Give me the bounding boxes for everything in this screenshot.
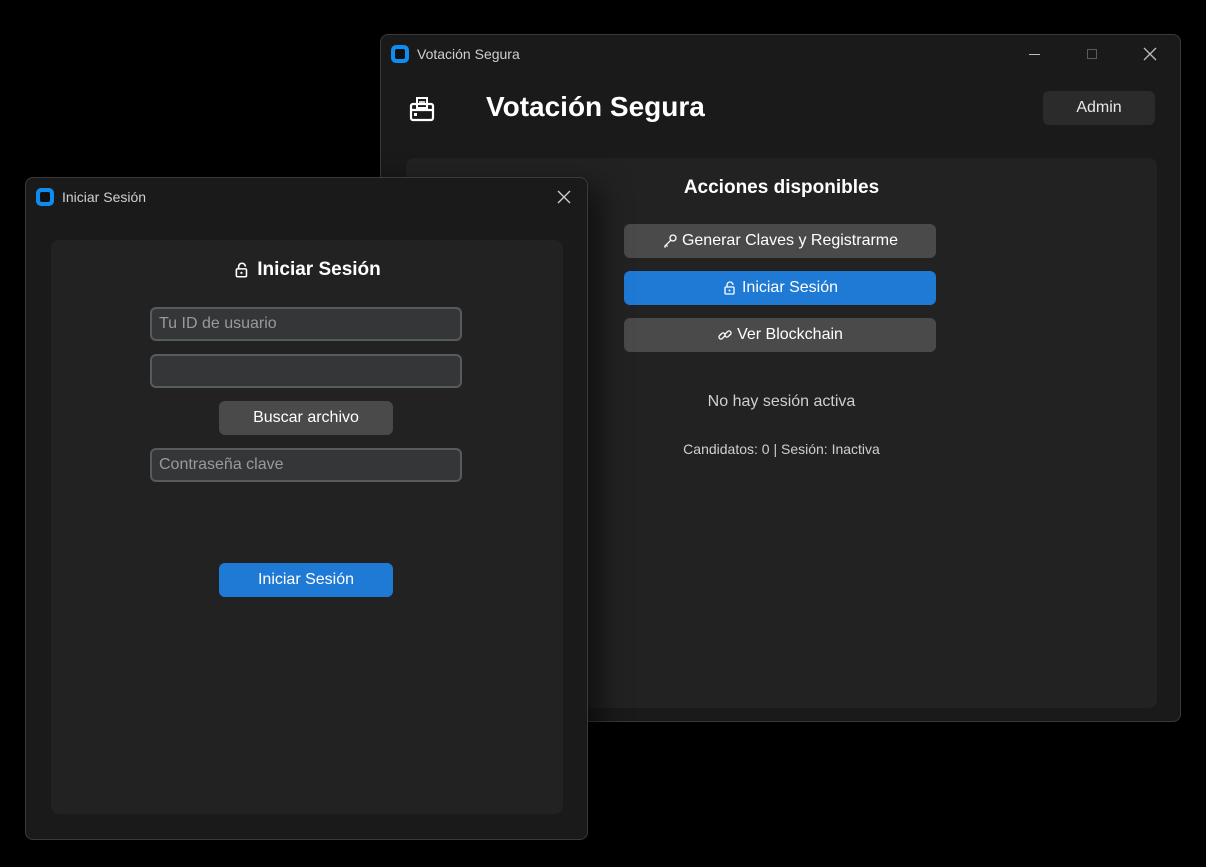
generate-keys-button[interactable]: Generar Claves y Registrarme xyxy=(624,224,936,258)
maximize-button[interactable] xyxy=(1063,35,1121,73)
login-dialog-title: Iniciar Sesión xyxy=(62,189,147,205)
close-icon xyxy=(1143,47,1157,61)
minimize-icon xyxy=(1028,53,1040,55)
main-title: Votación Segura xyxy=(486,91,705,122)
login-titlebar[interactable]: Iniciar Sesión xyxy=(26,178,587,216)
close-icon xyxy=(557,190,571,204)
minimize-button[interactable] xyxy=(1005,35,1063,73)
close-button[interactable] xyxy=(1121,35,1179,73)
login-dialog: Iniciar Sesión Iniciar Sesión Buscar arc… xyxy=(25,177,588,840)
app-icon xyxy=(391,45,409,63)
login-panel: Iniciar Sesión Buscar archivo Iniciar Se… xyxy=(51,240,563,814)
maximize-icon xyxy=(1087,49,1097,59)
view-blockchain-label: Ver Blockchain xyxy=(737,326,843,343)
view-blockchain-button[interactable]: Ver Blockchain xyxy=(624,318,936,352)
login-heading: Iniciar Sesión xyxy=(51,259,563,281)
login-close-button[interactable] xyxy=(539,178,587,216)
main-header: Votación Segura Admin xyxy=(381,73,1180,145)
generate-keys-label: Generar Claves y Registrarme xyxy=(681,232,899,249)
link-icon xyxy=(718,330,732,340)
login-action-label: Iniciar Sesión xyxy=(741,279,839,296)
key-icon xyxy=(663,234,677,248)
password-input[interactable] xyxy=(150,448,462,482)
browse-file-button[interactable]: Buscar archivo xyxy=(219,401,393,435)
app-icon xyxy=(36,188,54,206)
main-window-title: Votación Segura xyxy=(417,46,520,62)
lock-icon xyxy=(235,262,248,278)
login-submit-button[interactable]: Iniciar Sesión xyxy=(219,563,393,597)
lock-icon xyxy=(724,281,735,295)
ballot-box-icon xyxy=(409,97,435,122)
login-action-button[interactable]: Iniciar Sesión xyxy=(624,271,936,305)
admin-button[interactable]: Admin xyxy=(1043,91,1155,125)
user-id-input[interactable] xyxy=(150,307,462,341)
key-file-input[interactable] xyxy=(150,354,462,388)
login-heading-text: Iniciar Sesión xyxy=(257,259,381,280)
